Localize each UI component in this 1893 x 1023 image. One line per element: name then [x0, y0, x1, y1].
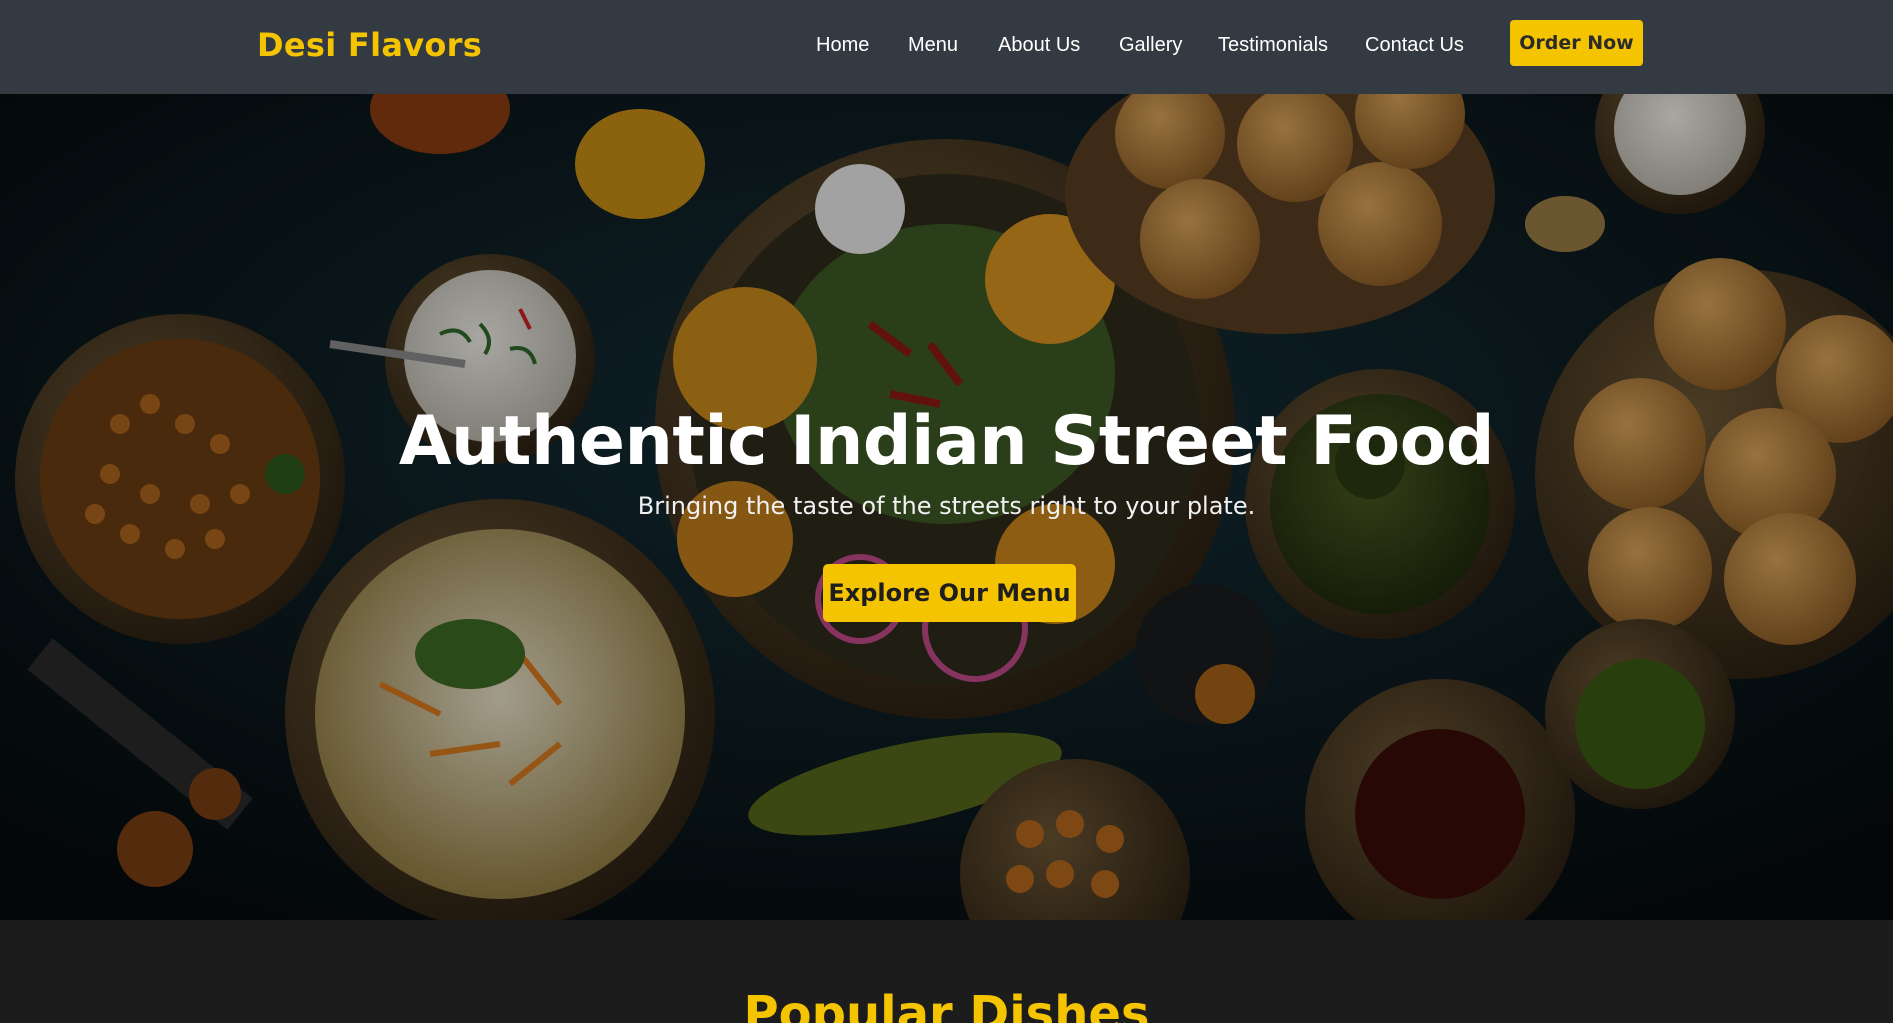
top-navbar: Desi Flavors Home Menu About Us Gallery … [0, 0, 1893, 94]
nav-link-contact-us[interactable]: Contact Us [1365, 34, 1464, 57]
nav-link-testimonials[interactable]: Testimonials [1218, 34, 1328, 57]
popular-dishes-section: Popular Dishes [0, 920, 1893, 1023]
nav-link-gallery[interactable]: Gallery [1119, 34, 1182, 57]
explore-menu-button[interactable]: Explore Our Menu [823, 564, 1076, 622]
popular-dishes-heading: Popular Dishes [743, 986, 1150, 1023]
hero-subtitle: Bringing the taste of the streets right … [637, 492, 1256, 520]
nav-link-home[interactable]: Home [816, 34, 869, 57]
order-now-button[interactable]: Order Now [1510, 20, 1643, 66]
hero-section: Authentic Indian Street Food Bringing th… [0, 94, 1893, 920]
hero-title: Authentic Indian Street Food [398, 402, 1495, 481]
nav-link-menu[interactable]: Menu [908, 34, 958, 57]
nav-link-about-us[interactable]: About Us [998, 34, 1080, 57]
